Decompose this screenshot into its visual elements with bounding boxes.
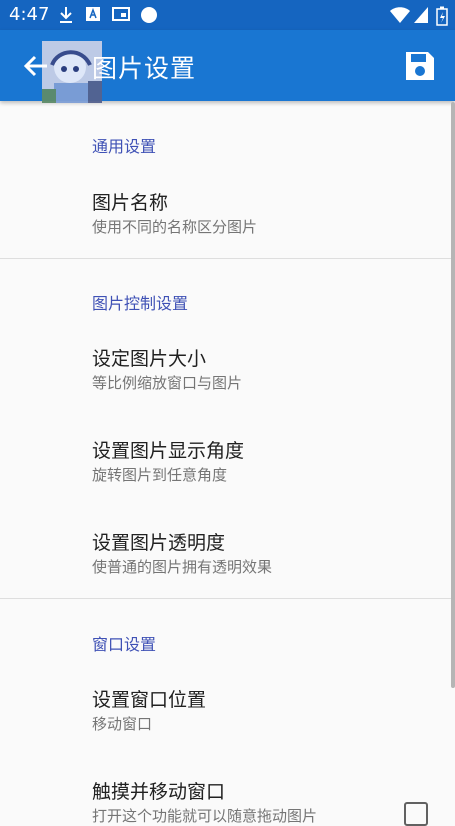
setting-subtitle: 移动窗口 (92, 715, 153, 733)
setting-title: 设定图片大小 (92, 348, 207, 370)
setting-title: 图片名称 (92, 192, 169, 214)
cast-icon (112, 7, 130, 21)
setting-title: 设置图片显示角度 (92, 440, 245, 462)
setting-subtitle: 使用不同的名称区分图片 (92, 218, 258, 236)
circle-icon (141, 7, 157, 23)
status-time: 4:47 (9, 4, 50, 25)
section-divider (0, 598, 455, 599)
section-divider (0, 258, 455, 259)
settings-list: 通用设置 图片名称 使用不同的名称区分图片 图片控制设置 设定图片大小 等比例缩… (0, 101, 455, 825)
signal-icon (414, 7, 428, 23)
text-box-icon (86, 7, 100, 21)
touch-move-checkbox[interactable] (404, 802, 428, 826)
battery-icon (436, 6, 448, 26)
setting-subtitle: 打开这个功能就可以随意拖动图片 (92, 807, 318, 825)
status-bar: 4:47 (0, 0, 455, 30)
app-bar: 图片设置 (0, 30, 455, 103)
section-header-window: 窗口设置 (92, 635, 157, 654)
arrow-back-icon[interactable] (22, 52, 50, 80)
save-icon[interactable] (403, 49, 437, 83)
scrollbar[interactable] (451, 102, 455, 688)
setting-title: 设置窗口位置 (92, 689, 207, 711)
setting-subtitle: 使普通的图片拥有透明效果 (92, 558, 273, 576)
section-header-general: 通用设置 (92, 137, 157, 156)
setting-subtitle: 旋转图片到任意角度 (92, 466, 228, 484)
setting-title: 设置图片透明度 (92, 532, 226, 554)
setting-subtitle: 等比例缩放窗口与图片 (92, 374, 243, 392)
download-icon (60, 7, 72, 23)
page-title: 图片设置 (92, 54, 197, 83)
wifi-icon (390, 7, 410, 23)
setting-title: 触摸并移动窗口 (92, 781, 226, 803)
section-header-image-control: 图片控制设置 (92, 294, 189, 313)
